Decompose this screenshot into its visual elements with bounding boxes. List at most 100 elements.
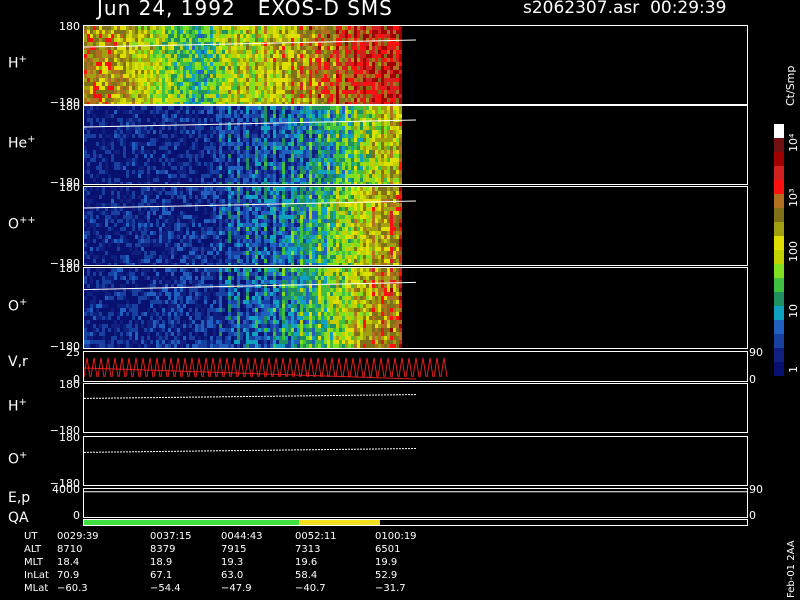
spectrogram-cell — [249, 110, 252, 114]
spectrogram-cell — [90, 255, 93, 259]
spectrogram-cell — [342, 110, 345, 114]
spectrogram-cell — [369, 54, 372, 58]
spectrogram-cell — [99, 62, 102, 66]
spectrogram-cell — [117, 62, 120, 66]
spectrogram-cell — [183, 150, 186, 154]
spectrogram-cell — [84, 255, 87, 259]
spectrogram-cell — [135, 263, 138, 265]
spectrogram-cell — [324, 26, 327, 30]
spectrogram-cell — [309, 82, 312, 86]
spectrogram-cell — [144, 191, 147, 195]
spectrogram-cell — [126, 263, 129, 265]
spectrogram-cell — [270, 166, 273, 170]
spectrogram-cell — [93, 178, 96, 182]
spectrogram-cell — [114, 259, 117, 263]
spectrogram-cell — [210, 150, 213, 154]
spectrogram-cell — [399, 166, 402, 170]
spectrogram-cell — [132, 42, 135, 46]
spectrogram-cell — [147, 78, 150, 82]
spectrogram-cell — [174, 154, 177, 158]
spectrogram-cell — [180, 34, 183, 38]
spectrogram-cell — [393, 154, 396, 158]
spectrogram-cell — [84, 62, 87, 66]
spectrogram-cell — [396, 122, 399, 126]
spectrogram-cell — [135, 98, 138, 102]
spectrogram-cell — [255, 130, 258, 134]
spectrogram-cell — [333, 166, 336, 170]
spectrogram-cell — [102, 102, 105, 104]
spectrogram-cell — [123, 215, 126, 219]
spectrogram-cell — [351, 102, 354, 104]
spectrogram-cell — [372, 78, 375, 82]
spectrogram-cell — [273, 158, 276, 162]
spectrogram-cell — [243, 106, 246, 110]
spectrogram-cell — [273, 146, 276, 150]
spectrogram-cell — [276, 138, 279, 142]
spectrogram-cell — [261, 114, 264, 118]
spectrogram-cell — [159, 70, 162, 74]
spectrogram-cell — [114, 178, 117, 182]
spectrogram-cell — [357, 158, 360, 162]
spectrogram-cell — [171, 191, 174, 195]
spectrogram-cell — [399, 154, 402, 158]
spectrogram-cell — [396, 158, 399, 162]
spectrogram-cell — [117, 162, 120, 166]
spectrogram-cell — [351, 46, 354, 50]
spectrogram-cell — [132, 166, 135, 170]
spectrogram-cell — [102, 211, 105, 215]
spectrogram-cell — [174, 199, 177, 203]
spectrogram-cell — [153, 207, 156, 211]
spectrogram-cell — [93, 195, 96, 199]
spectrogram-cell — [117, 223, 120, 227]
spectrogram-cell — [237, 34, 240, 38]
spectrogram-cell — [114, 150, 117, 154]
spectrogram-cell — [282, 98, 285, 102]
spectrogram-cell — [216, 34, 219, 38]
spectrogram-cell — [84, 158, 87, 162]
spectrogram-cell — [147, 138, 150, 142]
spectrogram-cell — [165, 191, 168, 195]
spectrogram-cell — [291, 46, 294, 50]
spectrogram-cell — [84, 247, 87, 251]
spectrogram-cell — [219, 114, 222, 118]
spectrogram-cell — [219, 182, 222, 184]
spectrogram-cell — [294, 30, 297, 34]
spectrogram-cell — [138, 215, 141, 219]
spectrogram-cell — [177, 106, 180, 110]
spectrogram-cell — [150, 130, 153, 134]
spectrogram-cell — [87, 203, 90, 207]
spectrogram-cell — [132, 251, 135, 255]
spectrogram-cell — [165, 50, 168, 54]
spectrogram-cell — [213, 182, 216, 184]
spectrogram-cell — [396, 46, 399, 50]
spectrogram-cell — [189, 191, 192, 195]
spectrogram-cell — [264, 154, 267, 158]
spectrogram-cell — [273, 26, 276, 30]
panel-h-plus-top — [83, 25, 748, 105]
spectrogram-cell — [90, 182, 93, 184]
spectrogram-cell — [318, 98, 321, 102]
spectrogram-cell — [258, 114, 261, 118]
spectrogram-cell — [318, 146, 321, 150]
spectrogram-cell — [375, 38, 378, 42]
spectrogram-cell — [156, 98, 159, 102]
spectrogram-cell — [255, 110, 258, 114]
spectrogram-cell — [291, 170, 294, 174]
spectrogram-cell — [297, 150, 300, 154]
spectrogram-cell — [147, 259, 150, 263]
spectrogram-cell — [192, 30, 195, 34]
spectrogram-cell — [180, 30, 183, 34]
spectrogram-cell — [126, 243, 129, 247]
spectrogram-cell — [291, 50, 294, 54]
spectrogram-cell — [93, 154, 96, 158]
spectrogram-cell — [330, 82, 333, 86]
spectrogram-cell — [366, 46, 369, 50]
spectrogram-cell — [144, 30, 147, 34]
spectrogram-cell — [264, 54, 267, 58]
spectrogram-cell — [384, 58, 387, 62]
spectrogram-cell — [84, 54, 87, 58]
spectrogram-cell — [237, 74, 240, 78]
spectrogram-cell — [153, 94, 156, 98]
spectrogram-cell — [204, 110, 207, 114]
spectrogram-cell — [87, 38, 90, 42]
